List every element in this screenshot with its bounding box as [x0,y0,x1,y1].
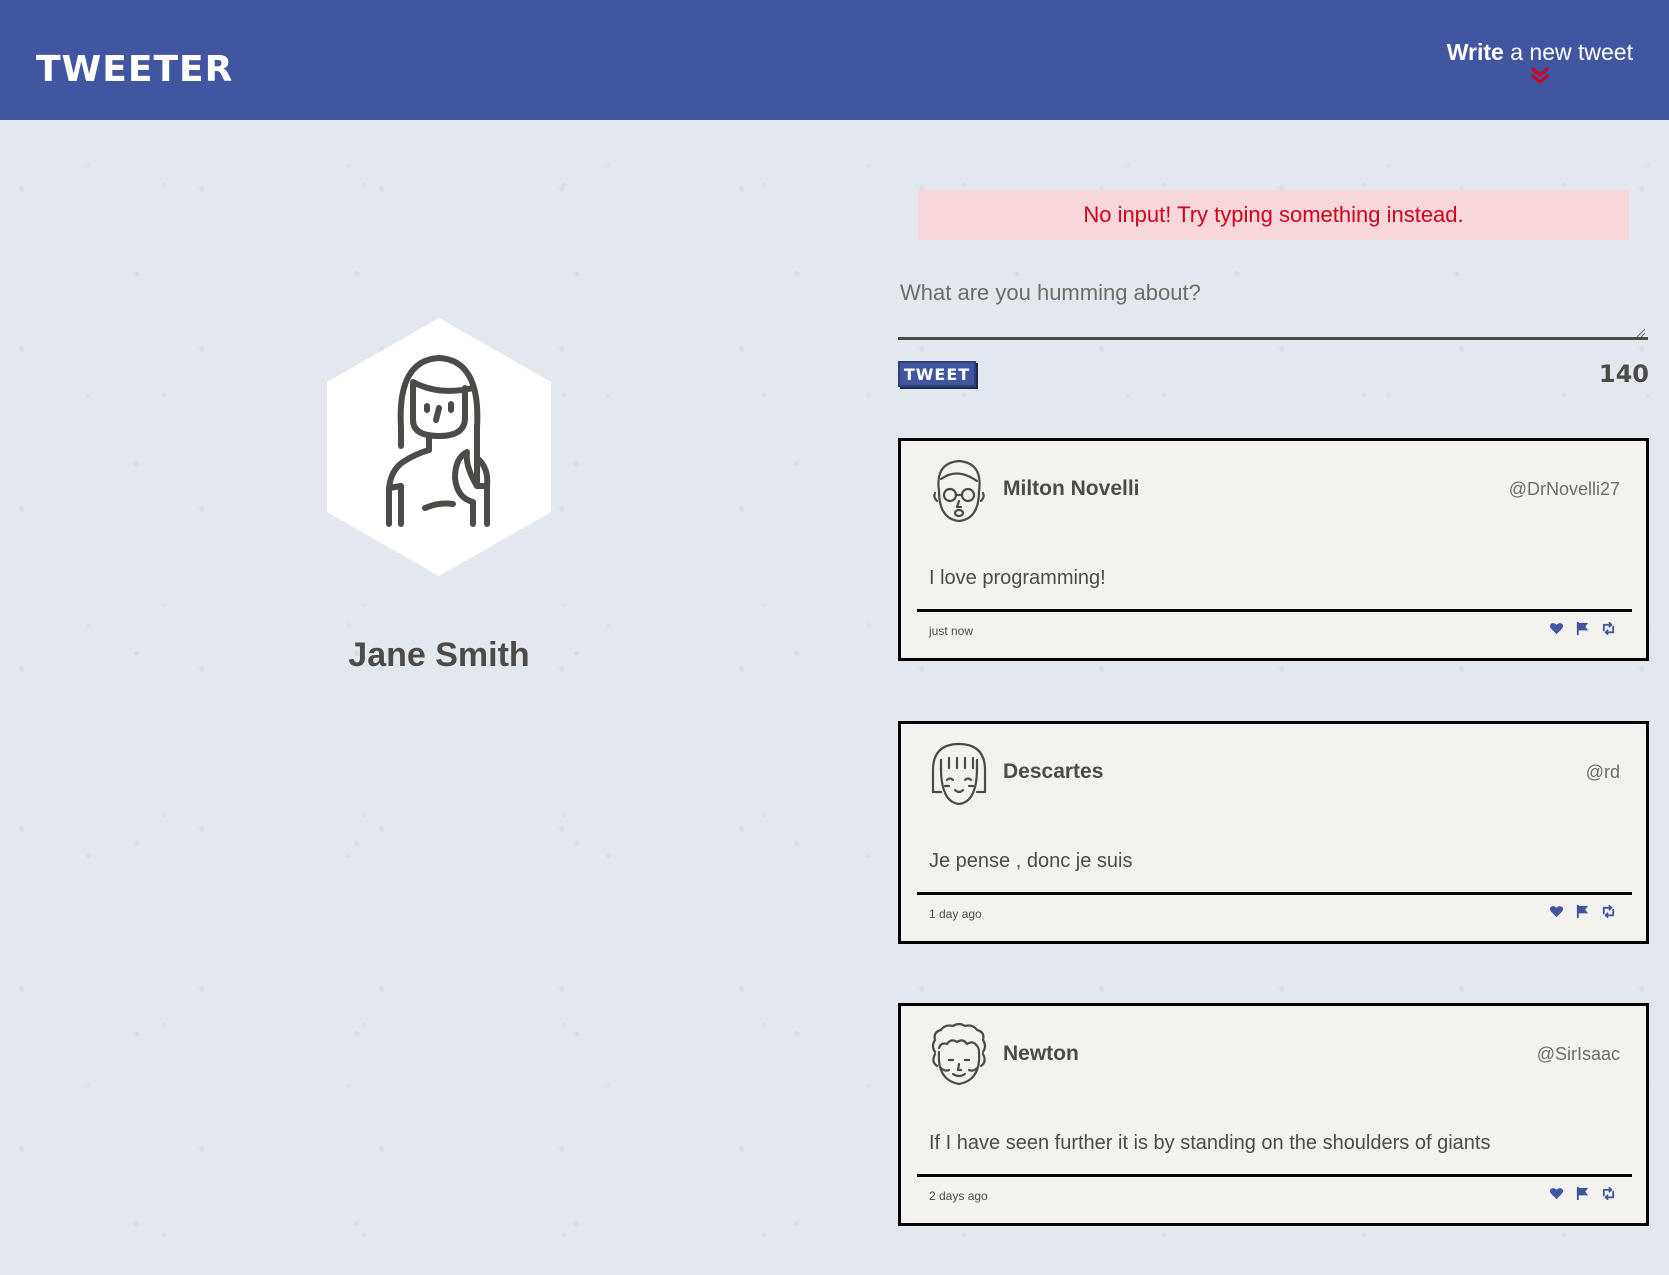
tweet-content: If I have seen further it is by standing… [929,1132,1491,1154]
tweet-author-name: Descartes [1003,760,1104,783]
retweet-icon[interactable] [1601,904,1616,919]
tweet-card: Milton Novelli @DrNovelli27 I love progr… [898,438,1649,661]
tweet-author-name: Newton [1003,1042,1079,1065]
tweet-timestamp: 1 day ago [929,907,982,921]
curly-hair-avatar-icon [931,1022,987,1086]
logo[interactable]: TWEETER [36,52,233,88]
heart-icon[interactable] [1549,1186,1564,1201]
tweet-divider [917,609,1632,612]
tweet-divider [917,1174,1632,1177]
man-glasses-avatar-icon [933,459,985,523]
tweet-actions [1549,621,1616,636]
chevron-double-down-icon [1531,67,1549,84]
profile-name: Jane Smith [348,636,530,674]
tweet-card: Newton @SirIsaac If I have seen further … [898,1003,1649,1226]
tweet-submit-button[interactable]: TWEET [898,361,976,387]
resize-grip-icon[interactable] [1636,328,1646,338]
retweet-icon[interactable] [1601,1186,1616,1201]
write-new-tweet-label: Write a new tweet [1447,38,1633,66]
flag-icon[interactable] [1575,621,1590,636]
tweet-actions [1549,904,1616,919]
tweet-divider [917,892,1632,895]
top-nav: TWEETER Write a new tweet [0,0,1669,120]
tweet-author-handle[interactable]: @rd [1586,762,1620,783]
error-message: No input! Try typing something instead. [918,190,1629,240]
heart-icon[interactable] [1549,904,1564,919]
tweet-author-name: Milton Novelli [1003,477,1140,500]
heart-icon[interactable] [1549,621,1564,636]
tweet-content: Je pense , donc je suis [929,850,1133,872]
tweet-author-handle[interactable]: @DrNovelli27 [1509,479,1620,500]
tweet-author-handle[interactable]: @SirIsaac [1537,1044,1620,1065]
tweet-timestamp: just now [929,624,974,638]
write-label-rest: a new tweet [1503,39,1633,65]
write-new-tweet-toggle[interactable]: Write a new tweet [1447,38,1633,85]
bob-hair-avatar-icon [931,742,987,806]
woman-avatar-icon [327,318,551,576]
retweet-icon[interactable] [1601,621,1616,636]
write-label-strong: Write [1446,39,1504,65]
tweet-card: Descartes @rd Je pense , donc je suis 1 … [898,721,1649,944]
tweet-timestamp: 2 days ago [929,1189,988,1203]
flag-icon[interactable] [1575,1186,1590,1201]
flag-icon[interactable] [1575,904,1590,919]
character-counter: 140 [1598,360,1649,388]
tweet-text-input[interactable] [898,270,1648,340]
tweet-actions [1549,1186,1616,1201]
tweet-content: I love programming! [929,567,1106,589]
